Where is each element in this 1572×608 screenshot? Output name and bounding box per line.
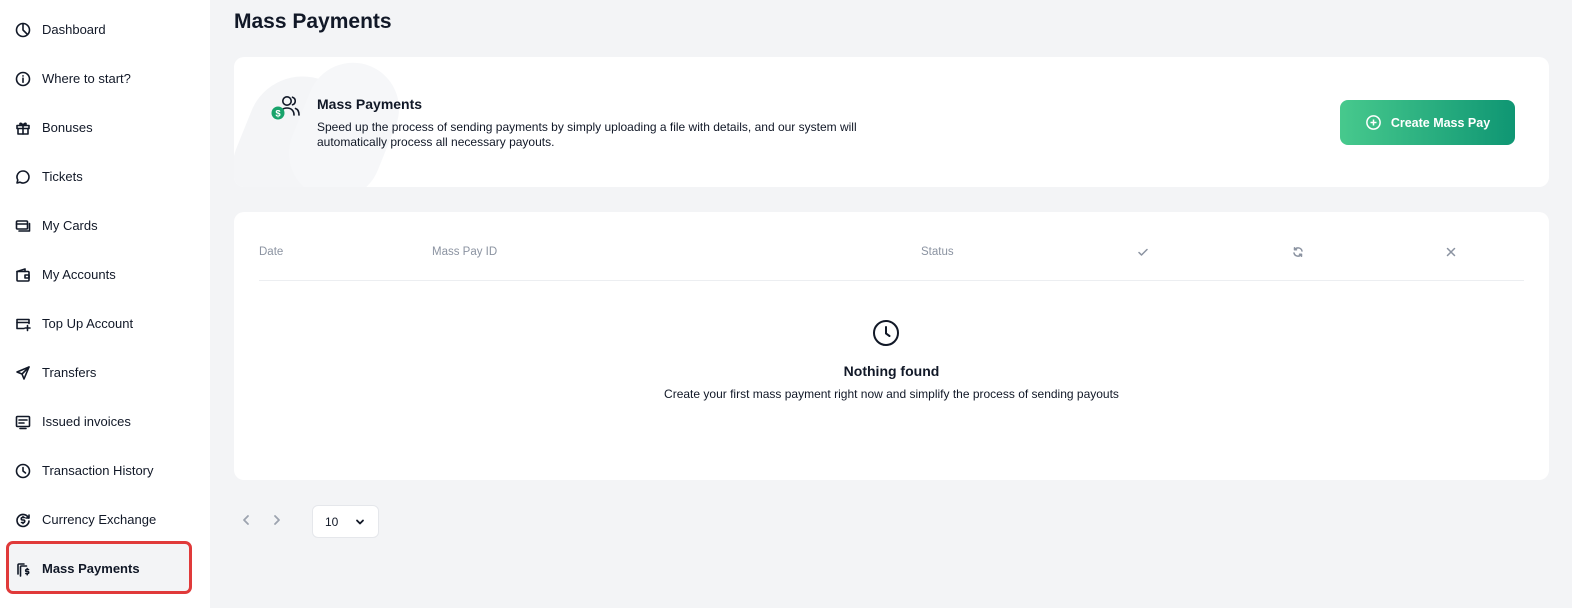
chat-icon xyxy=(14,168,32,186)
page-size-select[interactable]: 10 xyxy=(312,505,379,538)
chevron-right-icon xyxy=(274,515,280,525)
clock-icon xyxy=(872,319,900,347)
sidebar-item-label: Where to start? xyxy=(42,71,131,86)
sidebar-item-my-accounts[interactable]: My Accounts xyxy=(6,250,192,299)
hero-description: Speed up the process of sending payments… xyxy=(317,120,857,149)
invoice-icon xyxy=(14,413,32,431)
sidebar-item-label: Bonuses xyxy=(42,120,93,135)
sidebar-item-mass-payments[interactable]: Mass Payments xyxy=(6,544,192,593)
sidebar-item-label: Mass Payments xyxy=(42,561,140,576)
svg-text:$: $ xyxy=(275,109,281,120)
sidebar-item-label: Tickets xyxy=(42,169,83,184)
page-title: Mass Payments xyxy=(234,10,392,33)
create-mass-pay-label: Create Mass Pay xyxy=(1390,115,1491,130)
sidebar-item-label: Top Up Account xyxy=(42,316,134,331)
info-icon xyxy=(14,70,32,88)
sidebar: Dashboard Where to start? Bonuses Ticket… xyxy=(0,0,210,608)
chevron-left-icon xyxy=(243,515,249,525)
card-plus-icon xyxy=(14,315,32,333)
exchange-icon xyxy=(14,511,32,529)
pie-chart-icon xyxy=(14,21,32,39)
sidebar-item-my-cards[interactable]: My Cards xyxy=(6,201,192,250)
mass-payments-icon xyxy=(14,560,32,578)
page-size-value: 10 xyxy=(325,514,339,529)
sidebar-item-label: Currency Exchange xyxy=(42,512,157,527)
sidebar-item-bonuses[interactable]: Bonuses xyxy=(6,103,192,152)
sidebar-item-top-up-account[interactable]: Top Up Account xyxy=(6,299,192,348)
sidebar-item-transaction-history[interactable]: Transaction History xyxy=(6,446,192,495)
sidebar-item-label: Dashboard xyxy=(42,22,106,37)
sidebar-item-dashboard[interactable]: Dashboard xyxy=(6,5,192,54)
sidebar-item-label: My Accounts xyxy=(42,267,116,282)
sidebar-item-tickets[interactable]: Tickets xyxy=(6,152,192,201)
plus-circle-icon xyxy=(1365,115,1381,130)
create-mass-pay-button[interactable]: Create Mass Pay xyxy=(1340,100,1515,145)
refresh-icon xyxy=(1292,245,1304,257)
sidebar-item-label: Transfers xyxy=(42,365,97,380)
header-divider xyxy=(259,280,1524,281)
sidebar-item-issued-invoices[interactable]: Issued invoices xyxy=(6,397,192,446)
check-icon xyxy=(1137,245,1149,257)
sidebar-item-transfers[interactable]: Transfers xyxy=(6,348,192,397)
mass-payments-hero-card: $ Mass Payments Speed up the process of … xyxy=(234,57,1549,187)
gift-icon xyxy=(14,119,32,137)
next-page-button[interactable] xyxy=(267,510,287,530)
mass-payments-table: Date Mass Pay ID Status Nothing found Cr… xyxy=(234,212,1549,480)
chevron-down-icon xyxy=(356,519,364,525)
hero-title: Mass Payments xyxy=(317,96,423,112)
column-header-mass-pay-id[interactable]: Mass Pay ID xyxy=(432,246,497,258)
cards-icon xyxy=(14,217,32,235)
sidebar-item-currency-exchange[interactable]: Currency Exchange xyxy=(6,495,192,544)
column-header-status[interactable]: Status xyxy=(921,246,954,258)
sidebar-item-label: Transaction History xyxy=(42,463,154,478)
sidebar-item-label: Issued invoices xyxy=(42,414,131,429)
column-header-date[interactable]: Date xyxy=(259,246,283,258)
wallet-icon xyxy=(14,266,32,284)
empty-state-title: Nothing found xyxy=(843,363,940,379)
close-icon xyxy=(1445,245,1457,257)
empty-state-description: Create your first mass payment right now… xyxy=(664,387,1119,401)
users-dollar-icon: $ xyxy=(270,93,302,123)
previous-page-button[interactable] xyxy=(236,510,256,530)
send-icon xyxy=(14,364,32,382)
clock-icon xyxy=(14,462,32,480)
sidebar-item-where-to-start[interactable]: Where to start? xyxy=(6,54,192,103)
sidebar-item-label: My Cards xyxy=(42,218,98,233)
